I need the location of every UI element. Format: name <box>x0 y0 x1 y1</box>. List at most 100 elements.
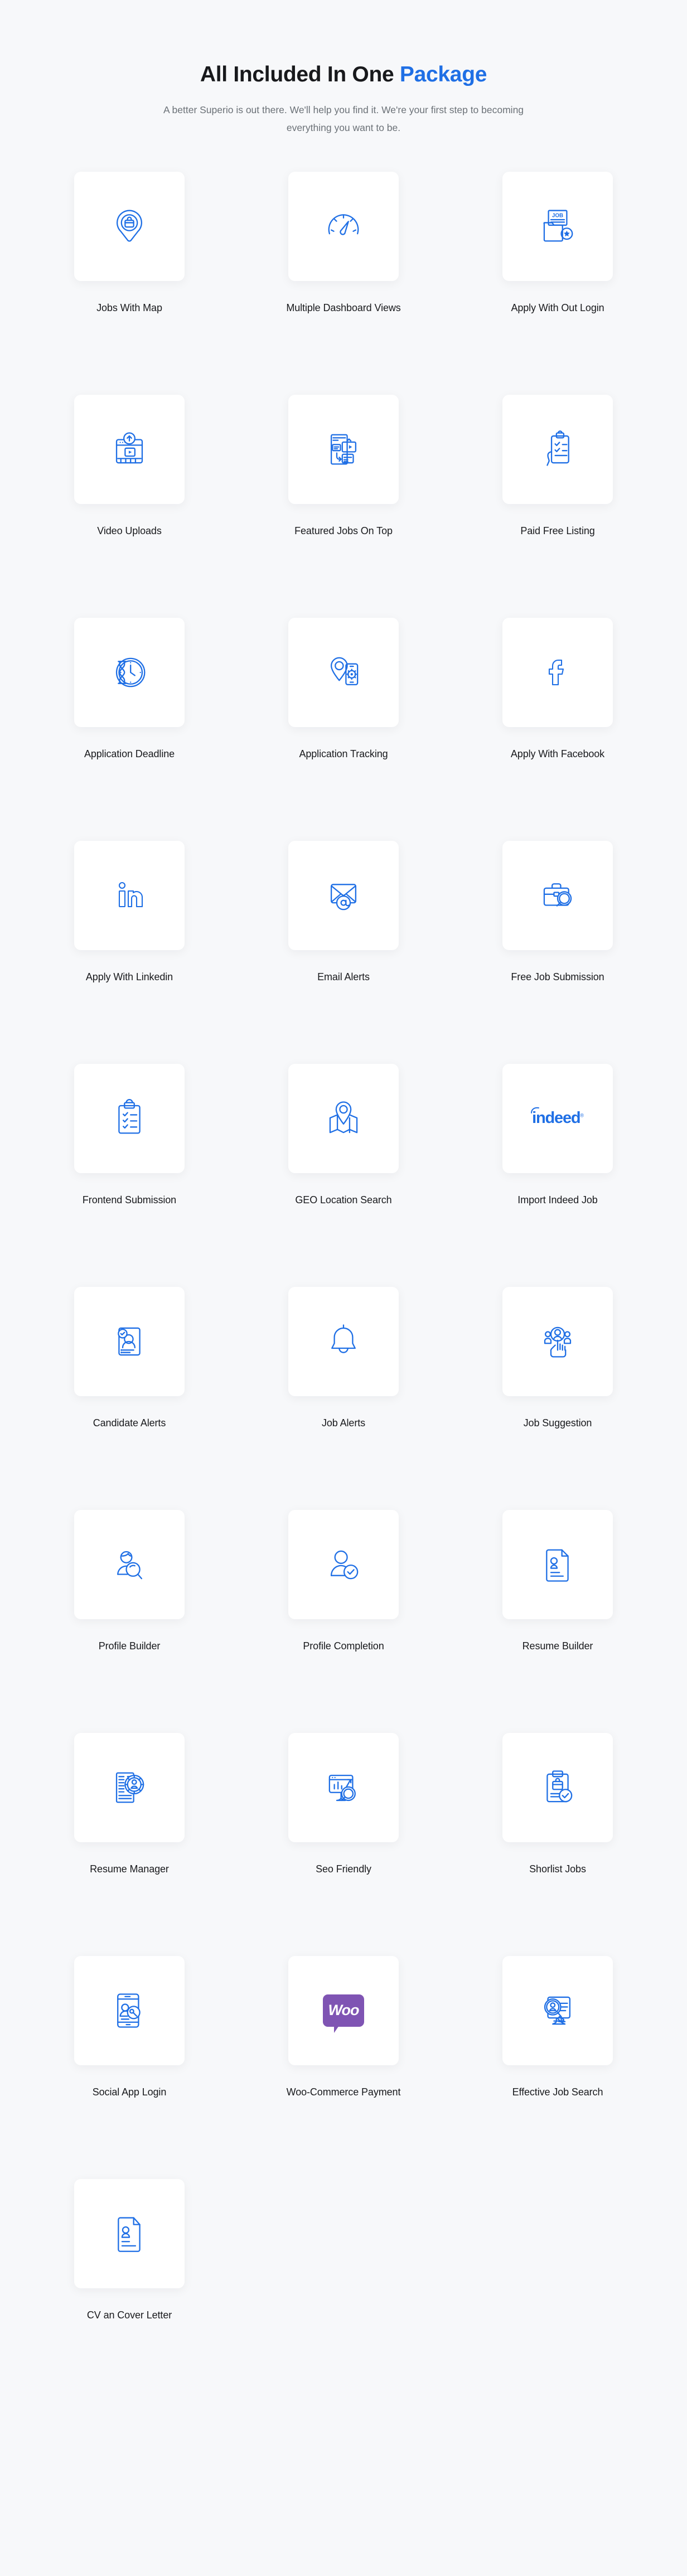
feature-label: Apply With Linkedin <box>86 969 173 985</box>
feature-icon-card[interactable] <box>288 1733 399 1842</box>
feature-card[interactable]: Resume Builder <box>476 1510 639 1733</box>
resume-gear-icon <box>110 1768 149 1807</box>
feature-label: Import Indeed Job <box>517 1192 597 1208</box>
feature-icon-card[interactable] <box>74 395 185 504</box>
feature-icon-card[interactable] <box>288 1510 399 1619</box>
feature-card[interactable]: Paid Free Listing <box>476 395 639 618</box>
feature-icon-card[interactable]: JOB <box>502 172 613 281</box>
feature-card[interactable]: indeed® Import Indeed Job <box>476 1064 639 1287</box>
clipboard-job-check-icon <box>538 1768 577 1807</box>
mobile-profile-key-icon <box>110 1991 149 2030</box>
feature-card[interactable]: GEO Location Search <box>262 1064 425 1287</box>
feature-icon-card[interactable] <box>74 1956 185 2065</box>
feature-card[interactable]: Job Alerts <box>262 1287 425 1510</box>
feature-icon-card[interactable] <box>288 841 399 950</box>
feature-card[interactable]: CV an Cover Letter <box>48 2179 211 2402</box>
feature-icon-card[interactable] <box>502 1733 613 1842</box>
feature-label: Jobs With Map <box>96 300 162 316</box>
person-magnifier-icon <box>110 1545 149 1584</box>
feature-label: Resume Builder <box>522 1638 593 1654</box>
feature-label: Profile Completion <box>303 1638 384 1654</box>
feature-card[interactable]: Jobs With Map <box>48 172 211 395</box>
feature-label: Paid Free Listing <box>520 523 594 539</box>
indeed-wordmark-icon: indeed® <box>532 1109 583 1127</box>
feature-icon-card[interactable] <box>288 618 399 727</box>
feature-card[interactable]: Apply With Linkedin <box>48 841 211 1064</box>
feature-card[interactable]: Application Deadline <box>48 618 211 841</box>
feature-card[interactable]: Resume Manager <box>48 1733 211 1956</box>
feature-label: Multiple Dashboard Views <box>286 300 400 316</box>
feature-card[interactable]: Social App Login <box>48 1956 211 2179</box>
map-pin-icon <box>324 1099 363 1138</box>
feature-card[interactable]: Frontend Submission <box>48 1064 211 1287</box>
feature-card[interactable]: Shorlist Jobs <box>476 1733 639 1956</box>
feature-card[interactable]: Application Tracking <box>262 618 425 841</box>
feature-card[interactable]: Featured Jobs On Top <box>262 395 425 618</box>
feature-card[interactable]: Profile Completion <box>262 1510 425 1733</box>
feature-label: Seo Friendly <box>316 1861 371 1877</box>
feature-label: Free Job Submission <box>511 969 604 985</box>
feature-card[interactable]: JOB Apply With Out Login <box>476 172 639 395</box>
feature-label: GEO Location Search <box>295 1192 391 1208</box>
feature-label: CV an Cover Letter <box>87 2307 172 2323</box>
feature-icon-card[interactable] <box>74 618 185 727</box>
feature-card[interactable]: Candidate Alerts <box>48 1287 211 1510</box>
person-check-icon <box>324 1545 363 1584</box>
clipboard-checklist-icon <box>110 1099 149 1138</box>
facebook-icon <box>540 655 575 690</box>
feature-icon-card[interactable] <box>502 1956 613 2065</box>
feature-card[interactable]: Multiple Dashboard Views <box>262 172 425 395</box>
feature-label: Apply With Out Login <box>511 300 604 316</box>
feature-icon-card[interactable] <box>74 1733 185 1842</box>
feature-icon-card[interactable] <box>502 841 613 950</box>
job-location-pin-icon <box>110 207 149 246</box>
speedometer-icon <box>324 207 363 246</box>
feature-icon-card[interactable] <box>502 395 613 504</box>
resume-document-icon <box>538 1545 577 1584</box>
feature-icon-card[interactable] <box>74 1287 185 1396</box>
monitor-profile-search-icon <box>538 1991 577 2030</box>
job-folder-star-icon: JOB <box>538 207 577 246</box>
feature-card[interactable]: Free Job Submission <box>476 841 639 1064</box>
feature-icon-card[interactable] <box>74 1064 185 1173</box>
feature-icon-card[interactable]: indeed® <box>502 1064 613 1173</box>
feature-card[interactable]: Video Uploads <box>48 395 211 618</box>
feature-icon-card[interactable] <box>288 172 399 281</box>
feature-icon-card[interactable] <box>74 172 185 281</box>
feature-label: Job Alerts <box>322 1415 365 1431</box>
features-page: All Included In One Package A better Sup… <box>0 0 687 2576</box>
feature-label: Frontend Submission <box>83 1192 176 1208</box>
bell-icon <box>324 1322 363 1361</box>
feature-label: Resume Manager <box>90 1861 169 1877</box>
feature-label: Apply With Facebook <box>511 746 604 762</box>
feature-icon-card[interactable] <box>74 2179 185 2288</box>
feature-icon-card[interactable] <box>502 618 613 727</box>
feature-label: Featured Jobs On Top <box>294 523 393 539</box>
feature-card[interactable]: Effective Job Search <box>476 1956 639 2179</box>
feature-icon-card[interactable] <box>502 1510 613 1619</box>
feature-card[interactable]: Email Alerts <box>262 841 425 1064</box>
feature-card[interactable]: Profile Builder <box>48 1510 211 1733</box>
feature-icon-card[interactable] <box>288 1064 399 1173</box>
feature-card[interactable]: Job Suggestion <box>476 1287 639 1510</box>
feature-label: Woo-Commerce Payment <box>287 2084 401 2100</box>
page-subtitle: A better Superio is out there. We'll hel… <box>151 101 536 137</box>
clipboard-hand-icon <box>538 430 577 469</box>
feature-icon-card[interactable] <box>74 1510 185 1619</box>
candidate-document-icon <box>110 1322 149 1361</box>
envelope-at-icon <box>324 876 363 915</box>
feature-icon-card[interactable]: Woo <box>288 1956 399 2065</box>
feature-icon-card[interactable] <box>288 1287 399 1396</box>
hand-select-people-icon <box>538 1322 577 1361</box>
feature-card[interactable]: Seo Friendly <box>262 1733 425 1956</box>
woocommerce-icon: Woo <box>323 1994 364 2027</box>
feature-card[interactable]: Woo Woo-Commerce Payment <box>262 1956 425 2179</box>
feature-label: Email Alerts <box>317 969 370 985</box>
feature-icon-card[interactable] <box>502 1287 613 1396</box>
page-title-accent: Package <box>400 62 487 86</box>
feature-label: Profile Builder <box>99 1638 161 1654</box>
feature-card[interactable]: Apply With Facebook <box>476 618 639 841</box>
feature-icon-card[interactable] <box>74 841 185 950</box>
feature-icon-card[interactable] <box>288 395 399 504</box>
feature-label: Shorlist Jobs <box>529 1861 586 1877</box>
